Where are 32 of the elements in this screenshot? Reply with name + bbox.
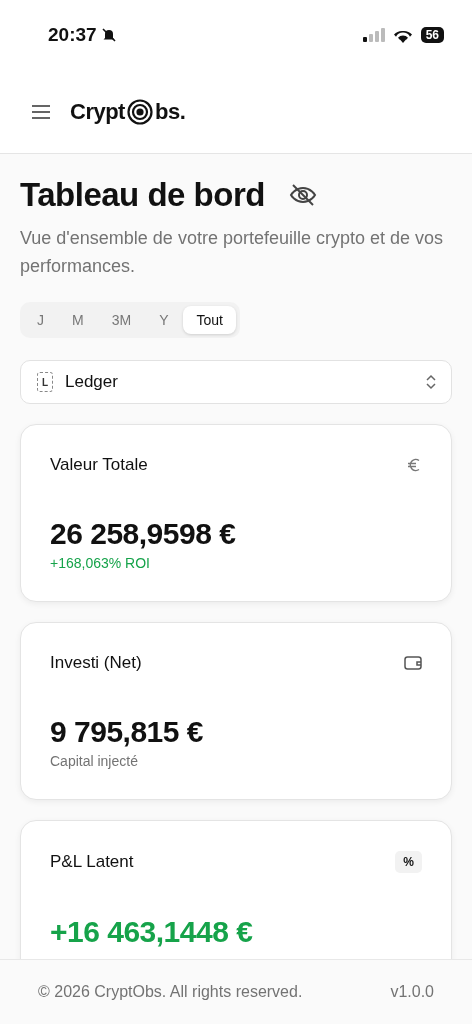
target-icon (126, 98, 153, 125)
eye-off-icon[interactable] (288, 183, 317, 207)
page-title: Tableau de bord (20, 176, 265, 214)
card-title: Valeur Totale (50, 455, 148, 475)
card-title: P&L Latent (50, 852, 134, 872)
period-tab[interactable]: J (24, 306, 57, 334)
percent-badge: % (395, 851, 422, 873)
copyright-text: © 2026 CryptObs. All rights reserved. (38, 983, 303, 1001)
chevrons-icon (425, 374, 437, 390)
card-value: +16 463,1448 € (50, 915, 254, 949)
menu-icon[interactable] (32, 104, 50, 119)
muted-bell-icon (100, 27, 117, 43)
card-title: Investi (Net) (50, 653, 142, 673)
battery-level: 56 (420, 27, 444, 43)
card-value: 26 258,9598 € (50, 517, 237, 551)
logo-text: Crypt (70, 98, 125, 125)
version-text: v1.0.0 (390, 983, 434, 1001)
page-subtitle: Vue d'ensemble de votre portefeuille crypto et de vos performances. (20, 227, 445, 278)
card-note: +168,063% ROI (50, 555, 151, 571)
wallet-select[interactable]: L Ledger (20, 360, 452, 404)
wallet-icon (404, 655, 422, 671)
period-tab[interactable]: Y (146, 306, 182, 334)
card-value: 9 795,815 € (50, 715, 204, 749)
signal-icon (362, 28, 385, 42)
euro-icon (406, 457, 422, 473)
period-tab[interactable]: M (59, 306, 97, 334)
clock-time: 20:37 (48, 24, 97, 46)
period-tab[interactable]: 3M (98, 306, 145, 334)
period-tab[interactable]: Tout (183, 306, 236, 334)
wallet-badge: L (37, 372, 53, 392)
logo-text: bs. (154, 98, 186, 125)
card-note: Capital injecté (50, 753, 139, 769)
